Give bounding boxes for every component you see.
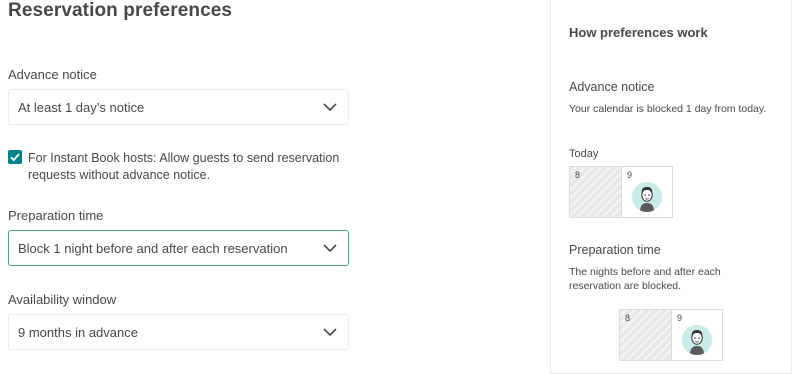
calendar-day-available: 9 [620, 167, 672, 217]
chevron-down-icon [323, 103, 337, 112]
preparation-time-select[interactable]: Block 1 night before and after each rese… [8, 230, 349, 266]
calendar-day-blocked: 8 [620, 310, 671, 360]
calendar-day-number: 9 [676, 313, 682, 323]
page-title: Reservation preferences [8, 0, 233, 21]
preparation-time-value: Block 1 night before and after each rese… [18, 241, 288, 256]
instant-book-label[interactable]: For Instant Book hosts: Allow guests to … [28, 150, 348, 184]
how-preferences-work-panel: How preferences work Advance notice Your… [550, 0, 792, 374]
guest-avatar-icon [631, 182, 662, 212]
panel-preparation-heading: Preparation time [569, 243, 661, 257]
instant-book-checkbox[interactable] [8, 150, 22, 164]
today-label: Today [569, 148, 599, 160]
guest-avatar-icon [681, 325, 712, 355]
advance-calendar-preview: 8 9 [569, 166, 673, 218]
calendar-day-number: 8 [575, 170, 581, 180]
panel-advance-description: Your calendar is blocked 1 day from toda… [569, 103, 767, 115]
checkmark-icon [10, 153, 20, 162]
availability-window-label: Availability window [8, 292, 117, 307]
panel-advance-heading: Advance notice [569, 80, 655, 94]
panel-preparation-description: The nights before and after each reserva… [569, 266, 721, 292]
calendar-day-number: 9 [626, 170, 632, 180]
chevron-down-icon [323, 244, 337, 253]
availability-window-value: 9 months in advance [18, 325, 138, 340]
preparation-calendar-preview: 8 9 [619, 309, 723, 361]
panel-title: How preferences work [569, 25, 708, 40]
preparation-time-label: Preparation time [8, 208, 104, 223]
calendar-day-number: 8 [625, 313, 631, 323]
chevron-down-icon [323, 328, 337, 337]
advance-notice-label: Advance notice [8, 67, 97, 82]
availability-window-select[interactable]: 9 months in advance [8, 314, 349, 350]
calendar-day-blocked: 8 [570, 167, 621, 217]
advance-notice-value: At least 1 day’s notice [18, 100, 145, 115]
calendar-day-available: 9 [670, 310, 722, 360]
advance-notice-select[interactable]: At least 1 day’s notice [8, 89, 349, 125]
